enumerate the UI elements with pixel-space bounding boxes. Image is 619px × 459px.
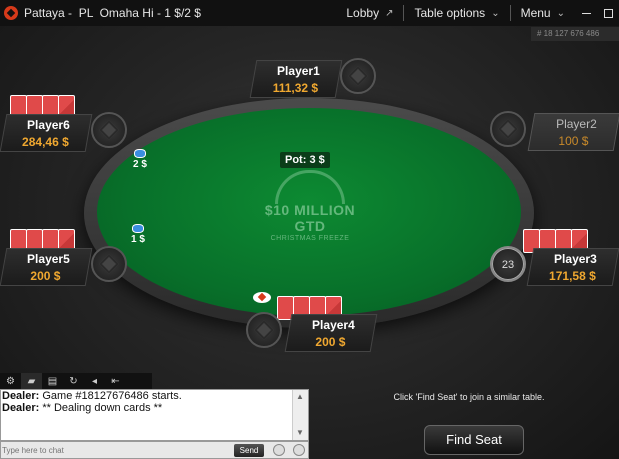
stats-icon[interactable]: ↻ bbox=[63, 373, 84, 389]
sound-icon[interactable]: ◂ bbox=[84, 373, 105, 389]
menu-label: Menu bbox=[520, 6, 551, 20]
player-avatar bbox=[91, 246, 127, 282]
notes-icon[interactable]: ▤ bbox=[42, 373, 63, 389]
menu-button[interactable]: Menu ⌄ bbox=[511, 0, 575, 26]
bet-player5: 1 $ bbox=[131, 224, 145, 245]
table-options-label: Table options bbox=[414, 6, 486, 20]
player-name: Player3 bbox=[554, 252, 597, 266]
chevron-down-icon: ⌄ bbox=[556, 7, 565, 19]
game-id-label: # 18 127 676 486 bbox=[531, 27, 619, 41]
chat-text: ** Dealing down cards ** bbox=[39, 402, 163, 414]
gear-icon[interactable]: ⚙ bbox=[0, 373, 21, 389]
player-hole-cards bbox=[10, 95, 75, 119]
chat-speaker: Dealer: bbox=[2, 390, 40, 402]
chip-icon bbox=[131, 224, 144, 233]
player-avatar-timer: 23 bbox=[490, 246, 526, 282]
emoji-icon[interactable] bbox=[273, 444, 285, 456]
collapse-icon[interactable]: ⇤ bbox=[105, 373, 126, 389]
chevron-down-icon: ⌄ bbox=[491, 7, 500, 19]
player-stack: 100 $ bbox=[558, 134, 589, 148]
title-bar: Pattaya - PL Omaha Hi - 1 $/2 $ Lobby ↗ … bbox=[0, 0, 619, 26]
player-stack: 200 $ bbox=[315, 335, 346, 349]
send-button[interactable]: Send bbox=[234, 444, 264, 457]
pot-label: Pot: bbox=[285, 154, 307, 166]
chip-icon bbox=[133, 149, 146, 158]
lobby-button[interactable]: Lobby ↗ bbox=[336, 0, 403, 26]
player-name: Player5 bbox=[27, 252, 70, 266]
player-name: Player6 bbox=[27, 118, 70, 132]
player-avatar bbox=[246, 312, 282, 348]
chat-icon[interactable]: ▰ bbox=[21, 373, 42, 389]
external-link-icon: ↗ bbox=[385, 7, 394, 19]
maximize-icon bbox=[603, 8, 613, 18]
bet-amount: 2 $ bbox=[133, 159, 147, 170]
player-hole-cards bbox=[523, 229, 588, 253]
lobby-label: Lobby bbox=[346, 6, 380, 20]
title-bar-controls: Lobby ↗ Table options ⌄ Menu ⌄ bbox=[336, 0, 619, 26]
settings-icon[interactable] bbox=[293, 444, 305, 456]
window-title: Pattaya - PL Omaha Hi - 1 $/2 $ bbox=[24, 6, 201, 20]
pot-value: 3 $ bbox=[309, 154, 325, 166]
player-name: Player4 bbox=[312, 318, 355, 332]
player-plate: Player1 111,32 $ bbox=[249, 60, 343, 98]
chat-log[interactable]: Dealer: Game #18127676486 starts. Dealer… bbox=[0, 389, 309, 441]
minimize-button[interactable] bbox=[575, 0, 597, 26]
chat-text: Game #18127676486 starts. bbox=[39, 390, 182, 402]
table-options-button[interactable]: Table options ⌄ bbox=[404, 0, 509, 26]
find-seat-button[interactable]: Find Seat bbox=[424, 425, 524, 455]
chat-line: Dealer: ** Dealing down cards ** bbox=[1, 402, 308, 414]
poker-table-window: Pattaya - PL Omaha Hi - 1 $/2 $ Lobby ↗ … bbox=[0, 0, 619, 459]
player-plate: Player5 200 $ bbox=[0, 248, 93, 286]
felt-promo-logo: $10 MILLION GTD CHRISTMAS FREEZE bbox=[255, 170, 365, 242]
felt-arc bbox=[275, 170, 345, 204]
player-stack: 284,46 $ bbox=[22, 135, 69, 149]
player-name: Player1 bbox=[277, 64, 320, 78]
minimize-icon bbox=[581, 12, 591, 14]
scroll-up-icon[interactable]: ▲ bbox=[296, 392, 304, 401]
chat-input-row: Send bbox=[0, 441, 309, 459]
chat-line: Dealer: Game #18127676486 starts. bbox=[1, 390, 308, 402]
player-avatar bbox=[490, 111, 526, 147]
find-seat-hint: Click 'Find Seat' to join a similar tabl… bbox=[393, 392, 545, 402]
bet-amount: 1 $ bbox=[131, 234, 145, 245]
player-hole-cards bbox=[277, 296, 342, 320]
player-hole-cards bbox=[10, 229, 75, 253]
felt-promo-subtitle: CHRISTMAS FREEZE bbox=[270, 235, 350, 242]
pot-display: Pot: 3 $ bbox=[280, 152, 330, 168]
player-stack: 111,32 $ bbox=[272, 81, 319, 95]
chat-input[interactable] bbox=[2, 444, 227, 457]
player-stack: 171,58 $ bbox=[549, 269, 596, 283]
player-name: Player2 bbox=[556, 117, 597, 131]
player-avatar bbox=[91, 112, 127, 148]
player-plate: Player6 284,46 $ bbox=[0, 114, 93, 152]
scroll-down-icon[interactable]: ▼ bbox=[296, 428, 304, 437]
player-stack: 200 $ bbox=[30, 269, 61, 283]
action-timer: 23 bbox=[492, 248, 524, 280]
player-plate: Player3 171,58 $ bbox=[526, 248, 619, 286]
logo-icon bbox=[4, 6, 18, 20]
felt-promo-title: $10 MILLION GTD bbox=[264, 202, 356, 234]
player-plate: Player4 200 $ bbox=[284, 314, 378, 352]
bet-player6: 2 $ bbox=[133, 149, 147, 170]
chat-toolbar: ⚙ ▰ ▤ ↻ ◂ ⇤ bbox=[0, 373, 152, 389]
chat-speaker: Dealer: bbox=[2, 402, 40, 414]
player-avatar bbox=[340, 58, 376, 94]
player-plate: Player2 100 $ bbox=[527, 113, 619, 151]
dealer-button-icon bbox=[253, 292, 271, 303]
chat-scrollbar[interactable]: ▲ ▼ bbox=[292, 390, 308, 440]
maximize-button[interactable] bbox=[597, 0, 619, 26]
